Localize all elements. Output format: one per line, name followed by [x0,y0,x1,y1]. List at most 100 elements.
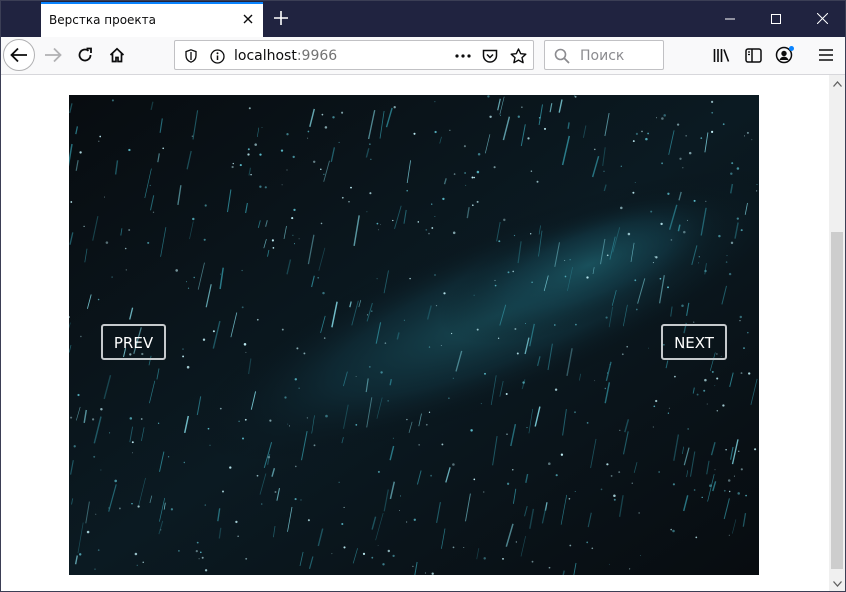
star [142,561,144,563]
star [250,173,252,176]
star [160,529,162,531]
star [371,310,373,312]
star [129,417,133,420]
star [182,348,184,350]
star [341,196,344,199]
star [298,238,300,240]
star [471,176,474,179]
star [307,519,310,522]
tab-active[interactable]: Верстка проекта [41,2,263,37]
star [219,407,222,410]
star [453,173,456,175]
star [722,123,725,126]
star [248,107,251,110]
star [756,184,758,186]
star [608,563,610,565]
star [343,546,346,549]
url-bar[interactable]: localhost:9966 [174,40,534,70]
star [470,429,473,432]
close-window-icon[interactable] [799,0,845,37]
more-dots-icon[interactable] [453,46,473,66]
star [512,469,514,471]
prev-button[interactable]: PREV [101,324,166,360]
star [531,560,534,563]
star [594,380,596,382]
star [247,148,250,151]
home-button[interactable] [102,40,132,70]
star [193,276,195,279]
star [320,168,322,171]
star [704,378,707,382]
library-icon[interactable] [706,40,736,70]
star [507,271,510,274]
star [264,186,267,189]
star [272,247,275,249]
scroll-down-icon[interactable] [829,575,846,592]
forward-button[interactable] [38,40,68,70]
star [105,241,109,244]
star [377,229,379,231]
star [93,455,96,458]
tab-close-icon[interactable] [239,10,257,28]
star [574,95,576,97]
star [332,116,335,119]
star [198,558,200,560]
star [136,564,138,566]
star [512,270,515,273]
star [725,261,728,263]
star [387,549,391,553]
star [307,130,310,133]
scroll-up-icon[interactable] [829,75,846,92]
star [170,508,174,511]
star [729,490,731,493]
search-bar[interactable]: Поиск [544,40,664,70]
star-icon[interactable] [508,46,528,66]
back-button[interactable] [3,39,35,71]
star [377,545,379,546]
star [167,456,170,458]
star [703,389,706,392]
star [672,529,675,533]
nav-toolbar: localhost:9966 Поиск [0,37,846,75]
shield-icon[interactable] [181,46,201,66]
reload-button[interactable] [70,40,100,70]
star [425,229,428,231]
star [247,153,250,156]
star [111,99,114,102]
maximize-icon[interactable] [753,0,799,37]
vertical-scrollbar[interactable] [829,75,846,592]
new-tab-plus-icon[interactable] [270,7,292,29]
minimize-icon[interactable] [707,0,753,37]
search-placeholder: Поиск [580,48,625,64]
star [693,199,696,202]
info-icon[interactable] [207,46,227,66]
url-text[interactable]: localhost:9966 [234,48,337,64]
star [131,502,133,505]
star [728,534,730,536]
star [736,217,739,220]
star [195,549,198,553]
pocket-icon[interactable] [480,46,500,66]
star [229,466,232,469]
star [428,411,431,413]
star [560,453,564,456]
star [728,272,732,276]
star [613,498,616,501]
star [231,165,234,169]
star [698,256,700,258]
star [238,420,240,423]
image-slider: PREV NEXT [69,95,759,575]
star [745,494,747,497]
next-button[interactable]: NEXT [661,324,727,360]
slide-image [69,95,759,575]
star [661,117,664,120]
scroll-thumb[interactable] [831,232,843,569]
star [484,372,486,375]
hamburger-menu-icon[interactable] [811,40,841,70]
sidebar-icon[interactable] [738,40,768,70]
star [125,269,127,271]
star [740,468,743,471]
account-icon[interactable] [770,40,800,70]
star [739,315,743,319]
star [740,372,743,375]
